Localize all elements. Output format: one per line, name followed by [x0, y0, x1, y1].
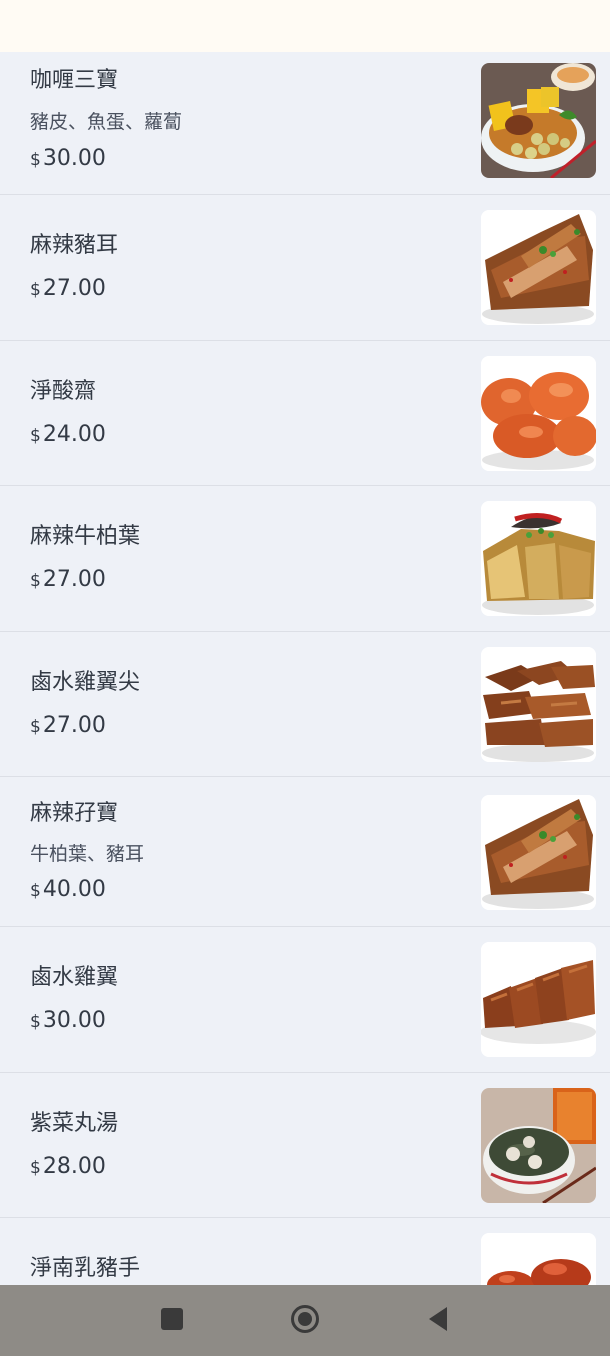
item-price: $27.00	[30, 712, 106, 741]
spicy-double-treasure-photo[interactable]	[481, 795, 596, 910]
item-name: 鹵水雞翼尖	[30, 670, 141, 695]
item-description: 牛柏葉、豬耳	[30, 843, 145, 865]
menu-item[interactable]: 鹵水雞翼尖 $27.00	[0, 632, 610, 777]
item-name: 鹵水雞翼	[30, 965, 119, 990]
menu-item[interactable]: 麻辣豬耳 $27.00	[0, 195, 610, 341]
item-price: $40.00	[30, 876, 106, 905]
price-amount: 28.00	[42, 1154, 106, 1179]
item-price: $24.00	[30, 421, 106, 450]
recents-button[interactable]	[132, 1285, 212, 1356]
currency-symbol: $	[30, 426, 41, 446]
sweet-sour-gluten-photo[interactable]	[481, 356, 596, 471]
menu-item[interactable]: 淨酸齋 $24.00	[0, 341, 610, 486]
item-price: $27.00	[30, 275, 106, 304]
item-price: $27.00	[30, 566, 106, 595]
menu-item[interactable]: 淨南乳豬手	[0, 1218, 610, 1285]
spicy-beef-tripe-photo[interactable]	[481, 501, 596, 616]
home-button[interactable]	[265, 1285, 345, 1356]
price-amount: 24.00	[42, 422, 106, 447]
item-price: $28.00	[30, 1153, 106, 1182]
menu-item[interactable]: 紫菜丸湯 $28.00	[0, 1073, 610, 1218]
price-amount: 27.00	[42, 276, 106, 301]
currency-symbol: $	[30, 881, 41, 901]
currency-symbol: $	[30, 717, 41, 737]
item-price: $30.00	[30, 145, 106, 174]
spicy-pig-ear-photo[interactable]	[481, 210, 596, 325]
price-amount: 40.00	[42, 877, 106, 902]
item-name: 淨酸齋	[30, 379, 97, 404]
currency-symbol: $	[30, 1012, 41, 1032]
system-navigation-bar	[0, 1285, 610, 1356]
item-price: $30.00	[30, 1007, 106, 1036]
price-amount: 27.00	[42, 713, 106, 738]
braised-wing-tips-photo[interactable]	[481, 647, 596, 762]
braised-chicken-wings-photo[interactable]	[481, 942, 596, 1057]
item-description: 豬皮、魚蛋、蘿蔔	[30, 111, 183, 133]
item-name: 麻辣孖寶	[30, 801, 119, 826]
menu-list: 咖喱三寶 豬皮、魚蛋、蘿蔔 $30.00 麻辣豬耳 $27.00 淨酸齋 $24…	[0, 52, 610, 1285]
menu-item[interactable]: 咖喱三寶 豬皮、魚蛋、蘿蔔 $30.00	[0, 52, 610, 195]
item-name: 麻辣豬耳	[30, 233, 119, 258]
menu-item[interactable]: 麻辣孖寶 牛柏葉、豬耳 $40.00	[0, 777, 610, 927]
menu-item[interactable]: 鹵水雞翼 $30.00	[0, 927, 610, 1073]
currency-symbol: $	[30, 571, 41, 591]
item-name: 淨南乳豬手	[30, 1256, 141, 1281]
currency-symbol: $	[30, 280, 41, 300]
seaweed-ball-soup-photo[interactable]	[481, 1088, 596, 1203]
triangle-back-icon	[427, 1306, 449, 1336]
circle-icon	[290, 1304, 320, 1338]
currency-symbol: $	[30, 1158, 41, 1178]
currency-symbol: $	[30, 150, 41, 170]
back-button[interactable]	[398, 1285, 478, 1356]
price-amount: 27.00	[42, 567, 106, 592]
top-header-bar	[0, 0, 610, 52]
square-icon	[161, 1307, 183, 1334]
curry-three-treasures-photo[interactable]	[481, 63, 596, 178]
item-name: 咖喱三寶	[30, 68, 119, 93]
item-name: 紫菜丸湯	[30, 1111, 119, 1136]
item-name: 麻辣牛柏葉	[30, 524, 141, 549]
pork-knuckle-photo[interactable]	[481, 1233, 596, 1285]
menu-item[interactable]: 麻辣牛柏葉 $27.00	[0, 486, 610, 632]
price-amount: 30.00	[42, 146, 106, 171]
price-amount: 30.00	[42, 1008, 106, 1033]
